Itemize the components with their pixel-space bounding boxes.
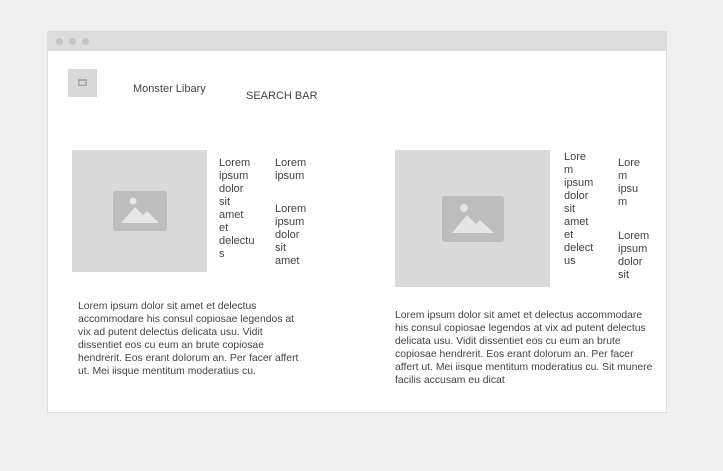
minimize-dot-icon[interactable]: [69, 38, 76, 45]
image-icon: [78, 79, 87, 86]
card-2-description: Lorem ipsum dolor sit amet et delectus a…: [395, 310, 653, 386]
title-bar: [48, 32, 666, 51]
card-2-column-text: Lore m ipsum dolor sit amet et delect us: [564, 151, 594, 267]
logo[interactable]: [68, 69, 97, 97]
card-2-image: [395, 150, 550, 287]
card-2-side-text-bottom: Lorem ipsum dolor sit: [618, 230, 650, 281]
search-bar[interactable]: SEARCH BAR: [246, 90, 318, 102]
close-dot-icon[interactable]: [56, 38, 63, 45]
card-1-image: [72, 150, 207, 272]
app-title: Monster Libary: [133, 83, 206, 95]
card-1-column-text: Lorem ipsum dolor sit amet et delectu s: [219, 157, 255, 260]
maximize-dot-icon[interactable]: [82, 38, 89, 45]
card-2-side-text-top: Lore m ipsu m: [618, 157, 641, 208]
card-1-description: Lorem ipsum dolor sit amet et delectus a…: [78, 301, 299, 377]
image-placeholder-icon: [113, 191, 167, 231]
card-1-side-text-bottom: Lorem ipsum dolor sit amet: [275, 203, 307, 267]
card-1-side-text-top: Lorem ipsum: [275, 157, 307, 182]
browser-window: Monster Libary SEARCH BAR Lorem ipsum do…: [47, 31, 667, 413]
image-placeholder-icon: [442, 196, 504, 242]
